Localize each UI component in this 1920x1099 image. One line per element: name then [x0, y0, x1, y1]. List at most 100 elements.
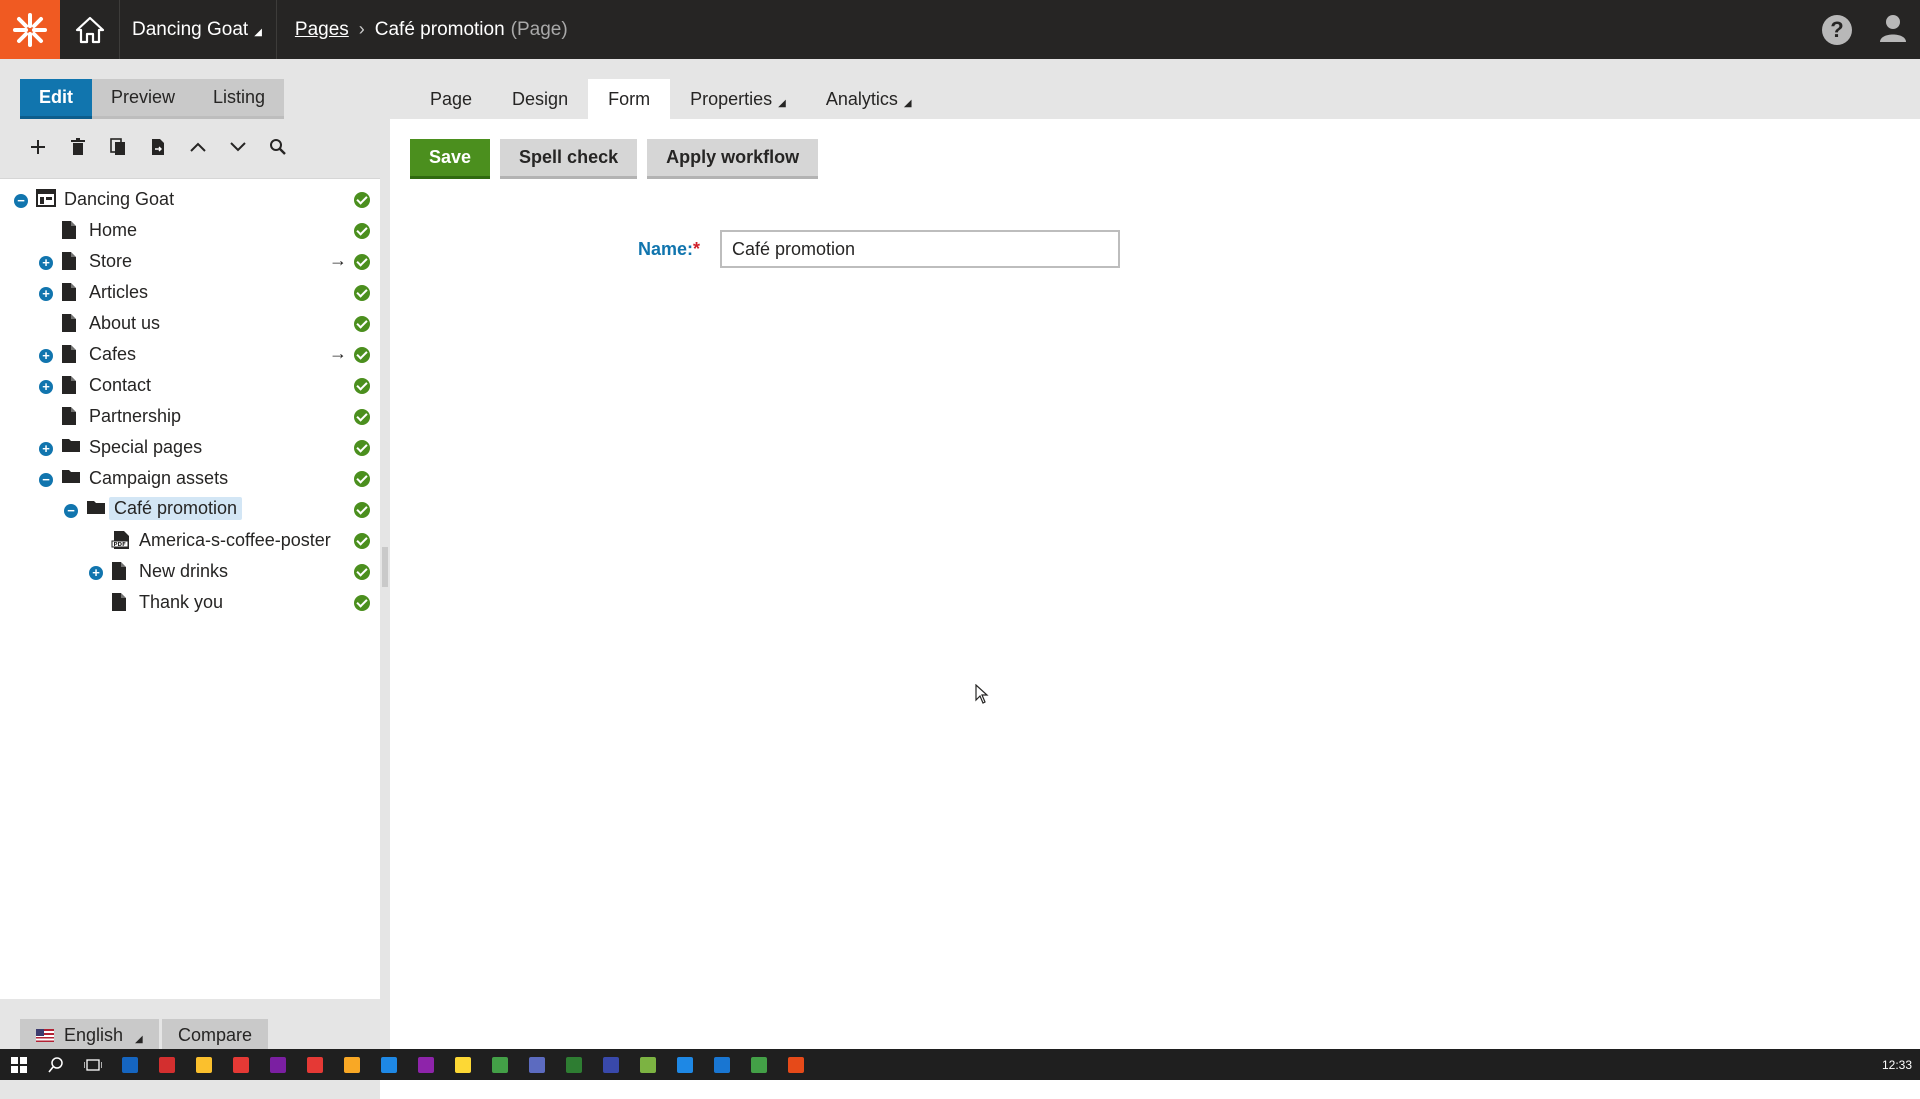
- taskbar-app-icon[interactable]: [222, 1049, 259, 1080]
- link-arrow-icon: →: [329, 343, 347, 363]
- taskbar-app-icon[interactable]: [148, 1049, 185, 1080]
- expand-icon[interactable]: +: [39, 442, 53, 456]
- tree-node-label: Café promotion: [109, 497, 243, 520]
- tab-label: Analytics: [825, 88, 898, 109]
- tree-node[interactable]: − Café promotion: [0, 495, 380, 526]
- tree-node[interactable]: + Cafes →: [0, 340, 380, 371]
- taskbar-app-icon[interactable]: [666, 1049, 703, 1080]
- tree-node-label: Special pages: [89, 437, 203, 457]
- tree-node[interactable]: + Contact: [0, 371, 380, 402]
- delete-icon[interactable]: [68, 137, 88, 157]
- taskbar-app-icon[interactable]: [370, 1049, 407, 1080]
- tree-node[interactable]: + Special pages: [0, 433, 380, 464]
- tree-node-label: Articles: [89, 282, 149, 302]
- search-icon[interactable]: [268, 137, 288, 157]
- user-icon[interactable]: [1878, 12, 1908, 47]
- published-check-icon: [354, 502, 370, 518]
- taskbar-app-icon[interactable]: [777, 1049, 814, 1080]
- tree-node[interactable]: − Dancing Goat: [0, 185, 380, 216]
- taskbar-app-icon[interactable]: [333, 1049, 370, 1080]
- move-up-icon[interactable]: [188, 137, 208, 157]
- taskbar-app-icon[interactable]: [444, 1049, 481, 1080]
- edit-form-area: Save Spell check Apply workflow Name:*: [390, 119, 1920, 1049]
- tab-design[interactable]: Design: [492, 79, 588, 119]
- link-arrow-icon: →: [329, 250, 347, 270]
- taskbar-app-icon[interactable]: [592, 1049, 629, 1080]
- taskbar-search-icon[interactable]: [37, 1049, 74, 1080]
- published-check-icon: [354, 440, 370, 456]
- task-view-icon[interactable]: [74, 1049, 111, 1080]
- page-icon: [61, 375, 77, 395]
- add-icon[interactable]: [28, 137, 48, 157]
- page-tabs: Page Design Form Properties ◢ Analytics ◢: [410, 79, 932, 119]
- tree-node[interactable]: Home: [0, 216, 380, 247]
- breadcrumb-type: (Page): [510, 18, 568, 40]
- expand-icon[interactable]: +: [39, 349, 53, 363]
- site-selector[interactable]: Dancing Goat ◢: [120, 0, 277, 59]
- expand-icon[interactable]: +: [89, 566, 103, 580]
- page-icon: [111, 592, 127, 612]
- move-icon[interactable]: [148, 137, 168, 157]
- tab-label: Design: [512, 88, 569, 109]
- taskbar-app-icon[interactable]: [518, 1049, 555, 1080]
- help-icon[interactable]: ?: [1822, 14, 1852, 45]
- expand-icon[interactable]: +: [39, 380, 53, 394]
- breadcrumb-pages-link[interactable]: Pages: [295, 19, 349, 41]
- taskbar-app-icon[interactable]: [185, 1049, 222, 1080]
- published-check-icon: [354, 347, 370, 363]
- kentico-logo-icon[interactable]: [0, 0, 60, 59]
- mode-listing[interactable]: Listing: [194, 79, 284, 116]
- os-taskbar: 12:33: [0, 1049, 1920, 1080]
- tree-node-label: Store: [89, 251, 133, 271]
- tree-node[interactable]: Partnership: [0, 402, 380, 433]
- tab-form[interactable]: Form: [588, 79, 671, 119]
- taskbar-app-icon[interactable]: [296, 1049, 333, 1080]
- taskbar-app-icon[interactable]: [703, 1049, 740, 1080]
- tree-node-label: About us: [89, 313, 161, 333]
- tree-node[interactable]: Thank you: [0, 588, 380, 619]
- tab-page[interactable]: Page: [410, 79, 492, 119]
- pdf-icon: PDF: [111, 530, 129, 550]
- published-check-icon: [354, 378, 370, 394]
- taskbar-app-icon[interactable]: [259, 1049, 296, 1080]
- svg-text:PDF: PDF: [114, 542, 127, 548]
- page-icon: [61, 406, 77, 426]
- move-down-icon[interactable]: [228, 137, 248, 157]
- collapse-icon[interactable]: −: [39, 473, 53, 487]
- windows-start-icon[interactable]: [0, 1049, 37, 1080]
- taskbar-app-icon[interactable]: [629, 1049, 666, 1080]
- tree-node[interactable]: About us: [0, 309, 380, 340]
- taskbar-app-icon[interactable]: [407, 1049, 444, 1080]
- home-icon[interactable]: [60, 0, 120, 59]
- collapse-icon[interactable]: −: [14, 194, 28, 208]
- clock: 12:33: [1881, 1057, 1912, 1072]
- expand-icon[interactable]: +: [39, 287, 53, 301]
- tree-node[interactable]: PDF America-s-coffee-poster: [0, 526, 380, 557]
- save-button[interactable]: Save: [410, 139, 491, 179]
- taskbar-app-icon[interactable]: [111, 1049, 148, 1080]
- tree-node[interactable]: − Campaign assets: [0, 464, 380, 495]
- splitter-grip[interactable]: [382, 547, 388, 587]
- content-tree-panel: Edit Preview Listing − Dancing Goat Home + S…: [0, 59, 380, 1099]
- panel-splitter[interactable]: [380, 59, 390, 1049]
- taskbar-app-icon[interactable]: [740, 1049, 777, 1080]
- tree-node[interactable]: + Articles: [0, 278, 380, 309]
- name-input[interactable]: [720, 230, 1120, 268]
- mode-edit[interactable]: Edit: [20, 79, 92, 119]
- tree-node-label: Thank you: [139, 592, 224, 612]
- page-tabs-bar: Page Design Form Properties ◢ Analytics ◢: [390, 59, 1920, 119]
- expand-icon[interactable]: +: [39, 256, 53, 270]
- copy-icon[interactable]: [108, 137, 128, 157]
- tab-properties[interactable]: Properties ◢: [670, 79, 806, 119]
- spell-check-button[interactable]: Spell check: [500, 139, 638, 179]
- apply-workflow-button[interactable]: Apply workflow: [647, 139, 819, 179]
- taskbar-app-icon[interactable]: [481, 1049, 518, 1080]
- tab-analytics[interactable]: Analytics ◢: [806, 79, 932, 119]
- mode-preview[interactable]: Preview: [92, 79, 194, 116]
- collapse-icon[interactable]: −: [64, 504, 78, 518]
- taskbar-app-icon[interactable]: [555, 1049, 592, 1080]
- tree-node[interactable]: + New drinks: [0, 557, 380, 588]
- breadcrumb-current: Café promotion: [374, 18, 505, 40]
- tree-node[interactable]: + Store →: [0, 247, 380, 278]
- content-tree: − Dancing Goat Home + Store → + Articles About u…: [0, 185, 380, 619]
